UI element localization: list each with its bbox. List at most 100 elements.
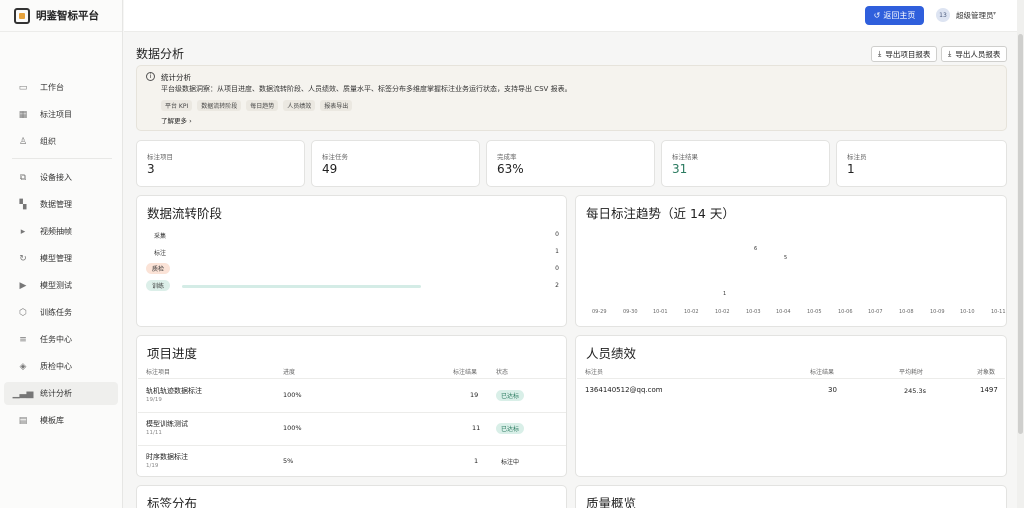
sidebar-item-label: 训练任务 xyxy=(40,308,72,317)
label-distribution-title: 标签分布 xyxy=(147,496,198,508)
info-chips: 平台 KPI 数据流转阶段 每日趋势 人员绩效 报表导出 xyxy=(161,100,353,111)
sidebar-item-label: 视频抽帧 xyxy=(40,227,72,236)
sidebar-item-label: 设备接入 xyxy=(40,173,72,182)
learn-more-link[interactable]: 了解更多 › xyxy=(161,115,192,125)
sidebar-item-org[interactable]: ♙ 组织 xyxy=(4,130,118,153)
monitor-icon: ▭ xyxy=(18,82,28,93)
flow-stage-value: 1 xyxy=(555,248,559,255)
sidebar-item-label: 质检中心 xyxy=(40,362,72,371)
export-project-button[interactable]: ⤓ 导出项目报表 xyxy=(871,46,938,62)
sidebar-item-label: 任务中心 xyxy=(40,335,72,344)
home-button-label: 返回主页 xyxy=(883,11,916,20)
sidebar-item-label: 标注项目 xyxy=(40,110,72,119)
brand[interactable]: 明鉴智标平台 xyxy=(0,0,122,32)
flow-stage-value: 0 xyxy=(555,265,559,272)
page-title: 数据分析 xyxy=(136,47,185,61)
project-name[interactable]: 轨机轨迹数据标注 xyxy=(146,386,202,396)
download-icon: ⤓ xyxy=(878,49,882,58)
database-icon: ▚ xyxy=(19,199,27,210)
stat-card-completion: 完成率 63% xyxy=(486,140,655,187)
download-icon: ⤓ xyxy=(948,49,952,58)
project-count: 19/19 xyxy=(146,397,162,403)
flow-title: 数据流转阶段 xyxy=(147,206,223,221)
quality-overview-card: 质量概览 xyxy=(575,485,1007,508)
home-button[interactable]: ↺ 返回主页 xyxy=(865,6,924,25)
stat-label: 标注任务 xyxy=(322,153,348,161)
trend-date-label: 09-29 xyxy=(592,309,607,315)
flow-stage-label: 采集 xyxy=(154,233,167,240)
stat-value: 49 xyxy=(322,162,338,176)
logo-icon xyxy=(14,7,30,24)
trend-date-label: 10-10 xyxy=(960,309,975,315)
trend-date-label: 10-08 xyxy=(899,309,914,315)
sidebar-item-video[interactable]: ▸ 视频抽帧 xyxy=(4,220,118,243)
sidebar-item-workbench[interactable]: ▭ 工作台 xyxy=(4,76,118,99)
info-panel: i 统计分析 平台级数据洞察：从项目进度、数据流转阶段、人员绩效、质量水平、标签… xyxy=(136,65,1007,131)
chevron-down-icon[interactable]: ▾ xyxy=(993,10,996,17)
project-progress-card: 项目进度 标注项目 进度 标注结果 状态 轨机轨迹数据标注 19/19 100%… xyxy=(136,335,567,477)
trend-date-label: 09-30 xyxy=(623,309,638,315)
sidebar-item-label: 模板库 xyxy=(40,416,64,425)
scrollbar[interactable] xyxy=(1017,0,1024,508)
export-people-button[interactable]: ⤓ 导出人员报表 xyxy=(941,46,1008,62)
sidebar-item-models[interactable]: ↻ 模型管理 xyxy=(4,247,118,270)
chip: 数据流转阶段 xyxy=(197,100,242,111)
scrollbar-thumb[interactable] xyxy=(1018,34,1023,434)
stat-value: 1 xyxy=(847,162,855,176)
sidebar-item-data[interactable]: ▚ 数据管理 xyxy=(4,193,118,216)
flow-stage-label: 质检 xyxy=(146,263,171,274)
col-header: 状态 xyxy=(496,369,509,376)
chip: 平台 KPI xyxy=(161,100,193,111)
book-icon: ▤ xyxy=(18,415,28,426)
flow-stage-row: 质检 0 xyxy=(144,263,559,276)
flow-stage-bar xyxy=(182,285,421,288)
sidebar-item-tasks[interactable]: ≡ 任务中心 xyxy=(4,328,118,351)
project-progress-title: 项目进度 xyxy=(147,346,198,361)
trend-date-label: 10-02 xyxy=(715,309,730,315)
sidebar-item-label: 模型测试 xyxy=(40,281,72,290)
project-progress: 100% xyxy=(283,391,302,399)
device-icon: ⧉ xyxy=(19,172,27,183)
sidebar-item-projects[interactable]: ▦ 标注项目 xyxy=(4,103,118,126)
sidebar-item-label: 组织 xyxy=(40,137,56,146)
sidebar-item-label: 工作台 xyxy=(40,83,64,92)
label-distribution-card: 标签分布 xyxy=(136,485,567,508)
flow-card: 数据流转阶段 采集 0 标注 1 质检 0 训练 2 xyxy=(136,195,567,327)
flow-stage-value: 0 xyxy=(555,231,559,238)
project-name[interactable]: 时序数据标注 xyxy=(146,452,188,462)
sidebar-item-model-test[interactable]: ▶ 模型测试 xyxy=(4,274,118,297)
project-results: 1 xyxy=(474,457,479,465)
trend-date-label: 10-01 xyxy=(653,309,668,315)
trend-date-label: 10-06 xyxy=(838,309,853,315)
trend-card: 每日标注趋势（近 14 天） xyxy=(575,195,1007,327)
chip: 每日趋势 xyxy=(246,100,279,111)
people-performance-card: 人员绩效 标注员 标注结果 平均耗时 对象数 1364140512@qq.com… xyxy=(575,335,1007,477)
annotator-objects: 1497 xyxy=(980,386,998,394)
annotator-email[interactable]: 1364140512@qq.com xyxy=(585,386,663,394)
sidebar-item-stats[interactable]: ▁▃▅ 统计分析 xyxy=(4,382,118,405)
divider xyxy=(138,445,566,446)
info-title: 统计分析 xyxy=(161,73,191,82)
quality-title: 质量概览 xyxy=(586,496,637,508)
shield-icon: ◈ xyxy=(19,361,27,372)
play-icon: ▶ xyxy=(19,280,27,291)
sidebar-item-templates[interactable]: ▤ 模板库 xyxy=(4,409,118,432)
trend-point-label: 6 xyxy=(754,246,758,252)
avatar[interactable]: 13 xyxy=(936,8,950,22)
sidebar-item-label: 数据管理 xyxy=(40,200,72,209)
trend-date-label: 10-09 xyxy=(930,309,945,315)
project-progress: 5% xyxy=(283,457,294,465)
trend-date-label: 10-02 xyxy=(684,309,699,315)
list-icon: ≡ xyxy=(19,334,27,345)
chip: 人员绩效 xyxy=(283,100,316,111)
stat-label: 标注项目 xyxy=(147,153,173,161)
sidebar-item-device[interactable]: ⧉ 设备接入 xyxy=(4,166,118,189)
sidebar-item-training[interactable]: ⬡ 训练任务 xyxy=(4,301,118,324)
sidebar-item-qc[interactable]: ◈ 质检中心 xyxy=(4,355,118,378)
annotator-avg-time: 245.3s xyxy=(904,387,926,395)
username[interactable]: 超级管理员 xyxy=(956,10,994,21)
divider xyxy=(12,158,112,159)
brand-name: 明鉴智标平台 xyxy=(36,10,99,22)
project-name[interactable]: 模型训练测试 xyxy=(146,419,188,429)
stat-card-tasks: 标注任务 49 xyxy=(311,140,480,187)
